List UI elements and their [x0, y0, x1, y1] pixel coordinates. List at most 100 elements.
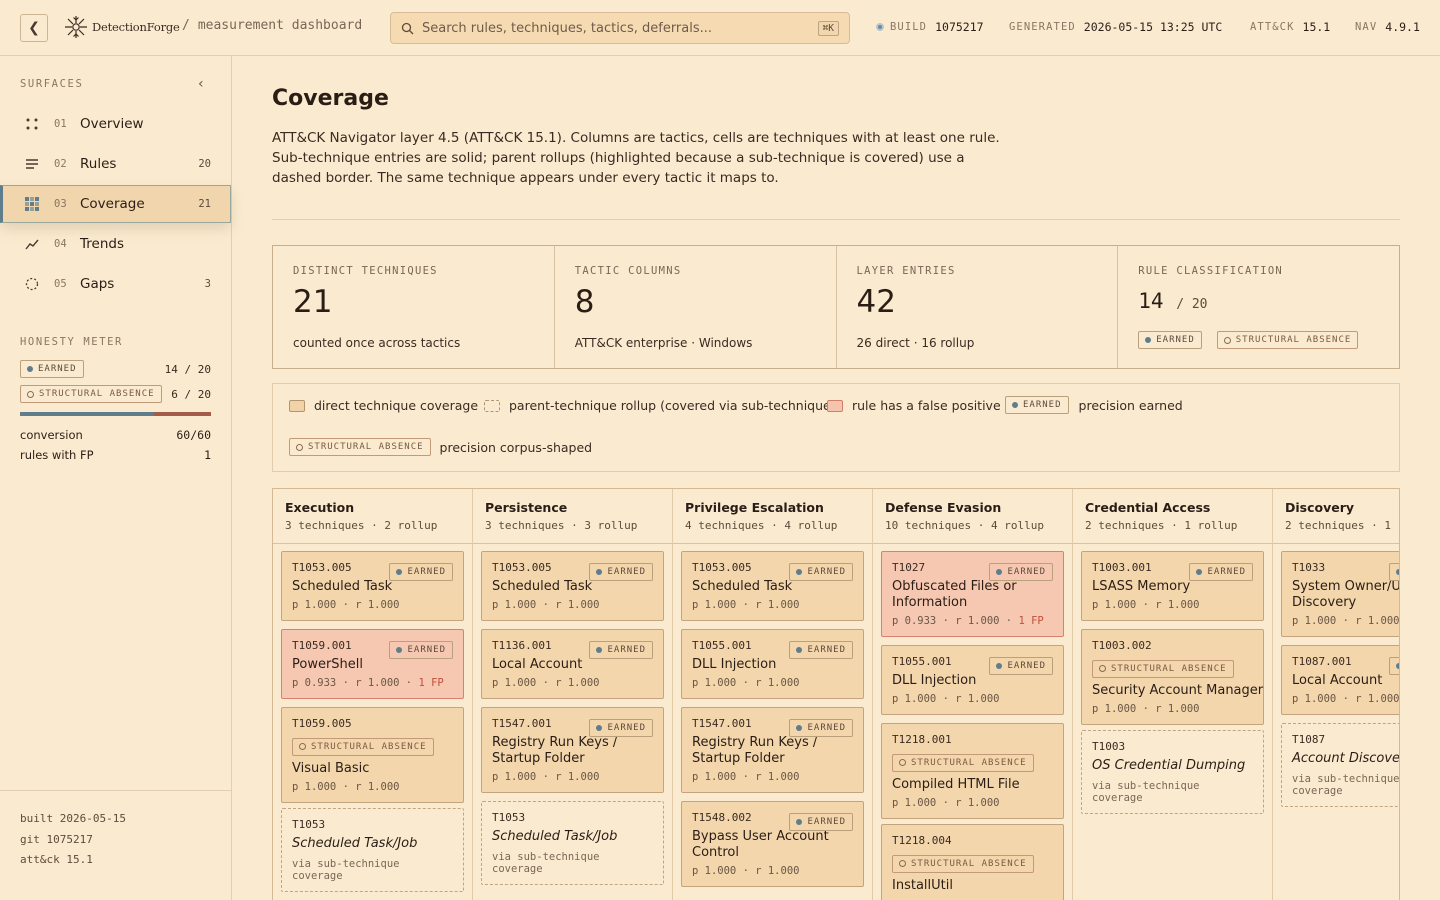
earned-badge: EARNED	[789, 719, 853, 737]
nav-label: Overview	[80, 116, 144, 132]
technique-name: Scheduled Task	[292, 579, 393, 594]
rollup-note: via sub-technique coverage	[292, 858, 400, 882]
logo-mark-icon	[65, 16, 87, 38]
badge-label: EARNED	[807, 645, 846, 655]
tactic-header[interactable]: Defense Evasion 10 techniques · 4 rollup	[873, 489, 1072, 544]
search-input[interactable]: Search rules, techniques, tactics, defer…	[390, 12, 850, 44]
technique-rollup-card[interactable]: T1087 Account Discovery via sub-technique …	[1281, 723, 1399, 807]
legend-label: precision earned	[1078, 397, 1183, 413]
technique-card[interactable]: T1055.001 EARNED DLL Injection p 1.000 · r …	[881, 645, 1064, 715]
sidebar-item-rules[interactable]: 02 Rules 20	[0, 145, 231, 183]
legend-direct: direct technique coverage	[289, 398, 478, 413]
earned-badge: EARNED	[789, 813, 853, 831]
logo-text: DetectionForge	[92, 20, 180, 34]
hollow-dot-icon	[899, 759, 906, 766]
badge-corner: EARNED	[389, 638, 453, 659]
honesty-meter-earned-fill	[20, 412, 154, 416]
tactic-header[interactable]: Privilege Escalation 4 techniques · 4 rol…	[673, 489, 872, 544]
meta-generated: GENERATED 2026-05-15 13:25 UTC	[1009, 20, 1222, 34]
stat-tactic-columns: TACTIC COLUMNS 8 ATT&CK enterprise · Win…	[555, 246, 837, 368]
logo[interactable]: DetectionForge	[64, 15, 180, 39]
technique-name: Security Account Manager	[1092, 682, 1264, 698]
technique-card[interactable]: T1055.001 EARNED DLL Injection p 1.000 · r …	[681, 629, 864, 699]
tactic-header[interactable]: Credential Access 2 techniques · 1 rollup	[1073, 489, 1272, 544]
tactic-header[interactable]: Discovery 2 techniques · 1 rollup	[1273, 489, 1399, 544]
legend-label: direct technique coverage	[314, 398, 479, 413]
sidebar-item-trends[interactable]: 04 Trends	[0, 225, 231, 263]
tactic-counts: 4 techniques · 4 rollup	[685, 519, 838, 532]
precision-recall: p 1.000 · r 1.000	[692, 771, 853, 783]
precision-recall: p 1.000 · r 1.000	[692, 865, 853, 877]
technique-card[interactable]: T1136.001 EARNED Local Account p 1.000 · r …	[481, 629, 664, 699]
filled-dot-icon	[396, 647, 403, 653]
technique-card[interactable]: T1059.005 STRUCTURAL ABSENCE Visual Basic p…	[281, 707, 464, 803]
technique-name: Obfuscated Files or	[892, 579, 1017, 594]
badge-corner: EARNED	[989, 560, 1053, 581]
page-description: ATT&CK Navigator layer 4.5 (ATT&CK 15.1)…	[272, 130, 1000, 186]
legend-label: parent-technique rollup (covered via sub…	[509, 398, 836, 413]
technique-card[interactable]: T1053.005 EARNED Scheduled Task p 1.000 · r…	[481, 551, 664, 621]
collapse-sidebar-button[interactable]: ‹	[198, 76, 204, 92]
badge-label: EARNED	[1207, 567, 1246, 577]
technique-card[interactable]: T1548.002 EARNED Bypass User Account Contro…	[681, 801, 864, 887]
badge-label: EARNED	[407, 567, 446, 577]
nav-count: 21	[198, 198, 211, 210]
chevron-left-icon: ❮	[28, 20, 40, 36]
technique-card[interactable]: T1003.002 STRUCTURAL ABSENCE Security Acco…	[1081, 629, 1264, 725]
technique-card[interactable]: T1087.001 EARNED Local Account p 1.000 · r …	[1281, 645, 1399, 715]
tactic-header[interactable]: Execution 3 techniques · 2 rollup	[273, 489, 472, 544]
technique-card[interactable]: T1033 EARNEDSystem Owner/UserDiscovery p 1…	[1281, 551, 1399, 637]
nav-label: Trends	[80, 236, 124, 252]
technique-rollup-card[interactable]: T1003 OS Credential Dumping via sub-techni…	[1081, 730, 1264, 814]
filled-dot-icon	[796, 647, 803, 653]
technique-name: Registry Run Keys /	[692, 735, 818, 750]
tactic-counts: 2 techniques · 1 rollup	[1285, 519, 1399, 532]
technique-rollup-card[interactable]: T1053 Scheduled Task/Job via sub-technique…	[481, 801, 664, 885]
technique-name-cont: Information	[892, 595, 968, 610]
technique-id: T1003	[1092, 740, 1126, 753]
breadcrumb-current[interactable]: measurement dashboard	[198, 18, 362, 33]
back-button[interactable]: ❮	[20, 14, 48, 42]
badge-corner: EARNED	[1189, 560, 1253, 581]
badge-corner: EARNED	[389, 560, 453, 581]
technique-card[interactable]: T1547.001 EARNED Registry Run Keys / Startu…	[681, 707, 864, 793]
rollup-swatch-icon	[484, 399, 500, 412]
sidebar-item-gaps[interactable]: 05 Gaps 3	[0, 265, 231, 303]
technique-card[interactable]: T1059.001 EARNED PowerShell p 0.933 · r 1.0…	[281, 629, 464, 699]
honesty-meter-structural-fill	[153, 412, 211, 416]
sidebar-item-overview[interactable]: 01 Overview	[0, 105, 231, 143]
sidebar-item-coverage[interactable]: 03 Coverage 21	[0, 185, 231, 223]
earned-badge: EARNED	[389, 563, 453, 581]
technique-name: Compiled HTML File	[892, 776, 1020, 792]
precision-recall: p 0.933 · r 1.000 · 1 FP	[892, 615, 1053, 627]
meta-attack: ATT&CK 15.1	[1250, 20, 1330, 34]
technique-card[interactable]: T1053.005 EARNED Scheduled Task p 1.000 · r…	[281, 551, 464, 621]
badge-corner: EARNED	[789, 810, 853, 831]
technique-id: T1003.002	[1092, 639, 1152, 652]
meta-nav: NAV 4.9.1	[1355, 20, 1420, 34]
tactic-column-privilege-escalation: Privilege Escalation 4 techniques · 4 rol…	[673, 489, 873, 900]
technique-card[interactable]: T1027 EARNED Obfuscated Files or Informatio…	[881, 551, 1064, 637]
technique-id: T1053	[292, 818, 326, 831]
earned-badge: EARNED	[1005, 396, 1069, 414]
technique-card[interactable]: T1218.001 STRUCTURAL ABSENCE Compiled HTML…	[881, 723, 1064, 819]
earned-badge: EARNED	[589, 641, 653, 659]
fp-value: 1	[204, 448, 211, 462]
technique-card[interactable]: T1218.004 STRUCTURAL ABSENCE InstallUtil	[881, 824, 1064, 900]
tactic-column-defense-evasion: Defense Evasion 10 techniques · 4 rollup T…	[873, 489, 1073, 900]
badge-label: STRUCTURAL ABSENCE	[1235, 335, 1352, 345]
technique-card[interactable]: T1053.005 EARNED Scheduled Task p 1.000 · r…	[681, 551, 864, 621]
technique-card[interactable]: T1547.001 EARNED Registry Run Keys / Startu…	[481, 707, 664, 793]
technique-rollup-card[interactable]: T1053 Scheduled Task/Job via sub-technique…	[281, 808, 464, 892]
earned-badge: EARNED	[1389, 657, 1399, 675]
conversion-label: conversion	[20, 428, 83, 442]
tactic-header[interactable]: Persistence 3 techniques · 3 rollup	[473, 489, 672, 544]
badge-label: EARNED	[1007, 567, 1046, 577]
technique-card[interactable]: T1003.001 EARNED LSASS Memory p 1.000 · r 1…	[1081, 551, 1264, 621]
precision-recall: p 1.000 · r 1.000	[1292, 615, 1399, 627]
badge-label: EARNED	[807, 817, 846, 827]
precision-recall: p 1.000 · r 1.000	[492, 599, 653, 611]
stat-layer-entries: LAYER ENTRIES 42 26 direct · 16 rollup	[837, 246, 1119, 368]
precision-recall: p 1.000 · r 1.000	[292, 599, 453, 611]
earned-badge: EARNED	[789, 563, 853, 581]
